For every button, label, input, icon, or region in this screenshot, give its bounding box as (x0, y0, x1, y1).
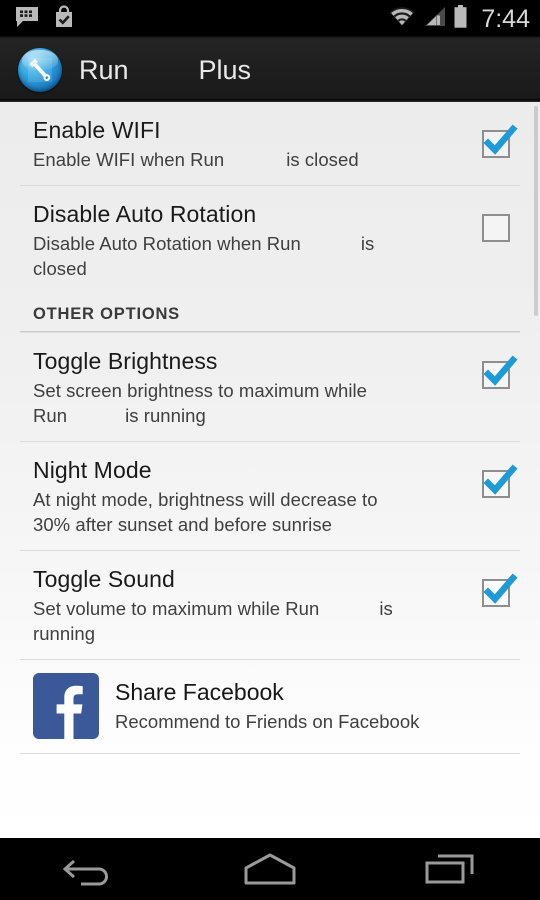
preference-row-disable-auto-rotation[interactable]: Disable Auto Rotation Disable Auto Rotat… (0, 186, 540, 294)
facebook-subtitle: Recommend to Friends on Facebook (115, 710, 420, 732)
bbm-chat-icon (14, 5, 40, 34)
play-store-bag-icon (52, 4, 76, 34)
check-icon (483, 355, 518, 386)
preference-text: Toggle Sound Set volume to maximum while… (0, 565, 454, 646)
status-bar-clock: 7:44 (481, 4, 530, 33)
summary-part-c: closed (33, 257, 87, 279)
preference-title: Disable Auto Rotation (33, 201, 257, 228)
preference-widget[interactable] (454, 347, 540, 391)
preference-title: Night Mode (33, 457, 152, 484)
summary-part-b: 30% after sunset and before sunrise (33, 513, 332, 535)
checkbox-night-mode[interactable] (482, 464, 518, 500)
check-icon (483, 124, 518, 155)
divider (20, 753, 520, 755)
preference-row-toggle-brightness[interactable]: Toggle Brightness Set screen brightness … (0, 333, 540, 441)
preference-title: Toggle Brightness (33, 348, 218, 375)
preference-summary: At night mode, brightness will decrease … (33, 488, 446, 537)
home-icon (244, 853, 296, 885)
facebook-text: Share Facebook Recommend to Friends on F… (115, 679, 419, 733)
page-title: Run (79, 54, 129, 85)
nav-back-button[interactable] (30, 838, 150, 900)
status-bar-right-icons: 7:44 (388, 4, 530, 34)
preference-text: Enable WIFI Enable WIFI when Run is close… (0, 116, 454, 172)
back-icon (62, 859, 108, 886)
preference-text: Toggle Brightness Set screen brightness … (0, 347, 454, 428)
wrench-tool-icon[interactable] (18, 48, 62, 92)
section-header-label: OTHER OPTIONS (33, 305, 180, 324)
cellular-signal-icon (423, 6, 446, 33)
summary-part-a: Disable Auto Rotation when Run (33, 233, 301, 255)
phone-screen: 7:44 Run Plus Enable WIFI Enable WIFI wh… (0, 0, 540, 900)
preference-row-enable-wifi[interactable]: Enable WIFI Enable WIFI when Run is close… (0, 102, 540, 185)
summary-part-b: is closed (286, 148, 359, 170)
check-icon (483, 573, 518, 604)
summary-part-a: Set screen brightness to maximum while (33, 380, 368, 402)
checkbox-toggle-sound[interactable] (482, 573, 518, 609)
nav-recents-button[interactable] (390, 838, 510, 900)
preference-row-share-facebook[interactable]: Share Facebook Recommend to Friends on F… (0, 660, 540, 753)
preference-widget[interactable] (454, 565, 540, 609)
summary-part-b: is (360, 233, 375, 255)
preference-widget[interactable] (454, 456, 540, 500)
wifi-icon (388, 6, 416, 33)
checkbox-disable-auto-rotation[interactable] (482, 214, 512, 244)
summary-line-two: Run is running (33, 404, 446, 429)
summary-part-b: is (379, 597, 393, 619)
status-bar: 7:44 (0, 0, 540, 38)
scrollbar[interactable] (534, 106, 538, 316)
status-bar-left-icons (14, 4, 76, 34)
summary-part-b: Run (33, 404, 68, 426)
checkbox-enable-wifi[interactable] (482, 124, 518, 160)
preference-title: Enable WIFI (33, 117, 161, 143)
preference-text: Disable Auto Rotation Disable Auto Rotat… (0, 200, 454, 281)
preference-text: Night Mode At night mode, brightness wil… (0, 456, 454, 537)
preference-row-toggle-sound[interactable]: Toggle Sound Set volume to maximum while… (0, 551, 540, 659)
checkbox-box (482, 214, 510, 243)
checkbox-toggle-brightness[interactable] (482, 355, 518, 391)
preference-row-night-mode[interactable]: Night Mode At night mode, brightness wil… (0, 442, 540, 550)
facebook-title: Share Facebook (115, 679, 284, 706)
nav-home-button[interactable] (210, 838, 330, 900)
section-header-other-options: OTHER OPTIONS (0, 294, 540, 331)
preference-summary: Set volume to maximum while Run is runnin… (33, 597, 446, 646)
summary-part-a: At night mode, brightness will decrease … (33, 488, 378, 510)
summary-part-c: is running (125, 404, 206, 426)
facebook-logo-icon (33, 673, 99, 740)
page-title-suffix: Plus (198, 54, 252, 85)
summary-part-a: Enable WIFI when Run (33, 148, 225, 170)
summary-part-a: Set volume to maximum while Run (33, 597, 320, 619)
navigation-bar (0, 838, 540, 900)
check-icon (483, 464, 518, 495)
preference-title: Toggle Sound (33, 566, 175, 593)
preference-widget[interactable] (454, 116, 540, 160)
recents-icon (425, 854, 474, 884)
preference-summary: Enable WIFI when Run is closed (33, 148, 446, 173)
settings-list[interactable]: Enable WIFI Enable WIFI when Run is close… (0, 102, 540, 838)
summary-part-c: running (33, 622, 96, 644)
action-bar: Run Plus (0, 38, 540, 102)
battery-icon (453, 4, 468, 34)
preference-summary: Disable Auto Rotation when Run is closed (33, 232, 446, 281)
preference-summary: Set screen brightness to maximum while R… (33, 379, 446, 428)
preference-widget[interactable] (454, 200, 540, 244)
